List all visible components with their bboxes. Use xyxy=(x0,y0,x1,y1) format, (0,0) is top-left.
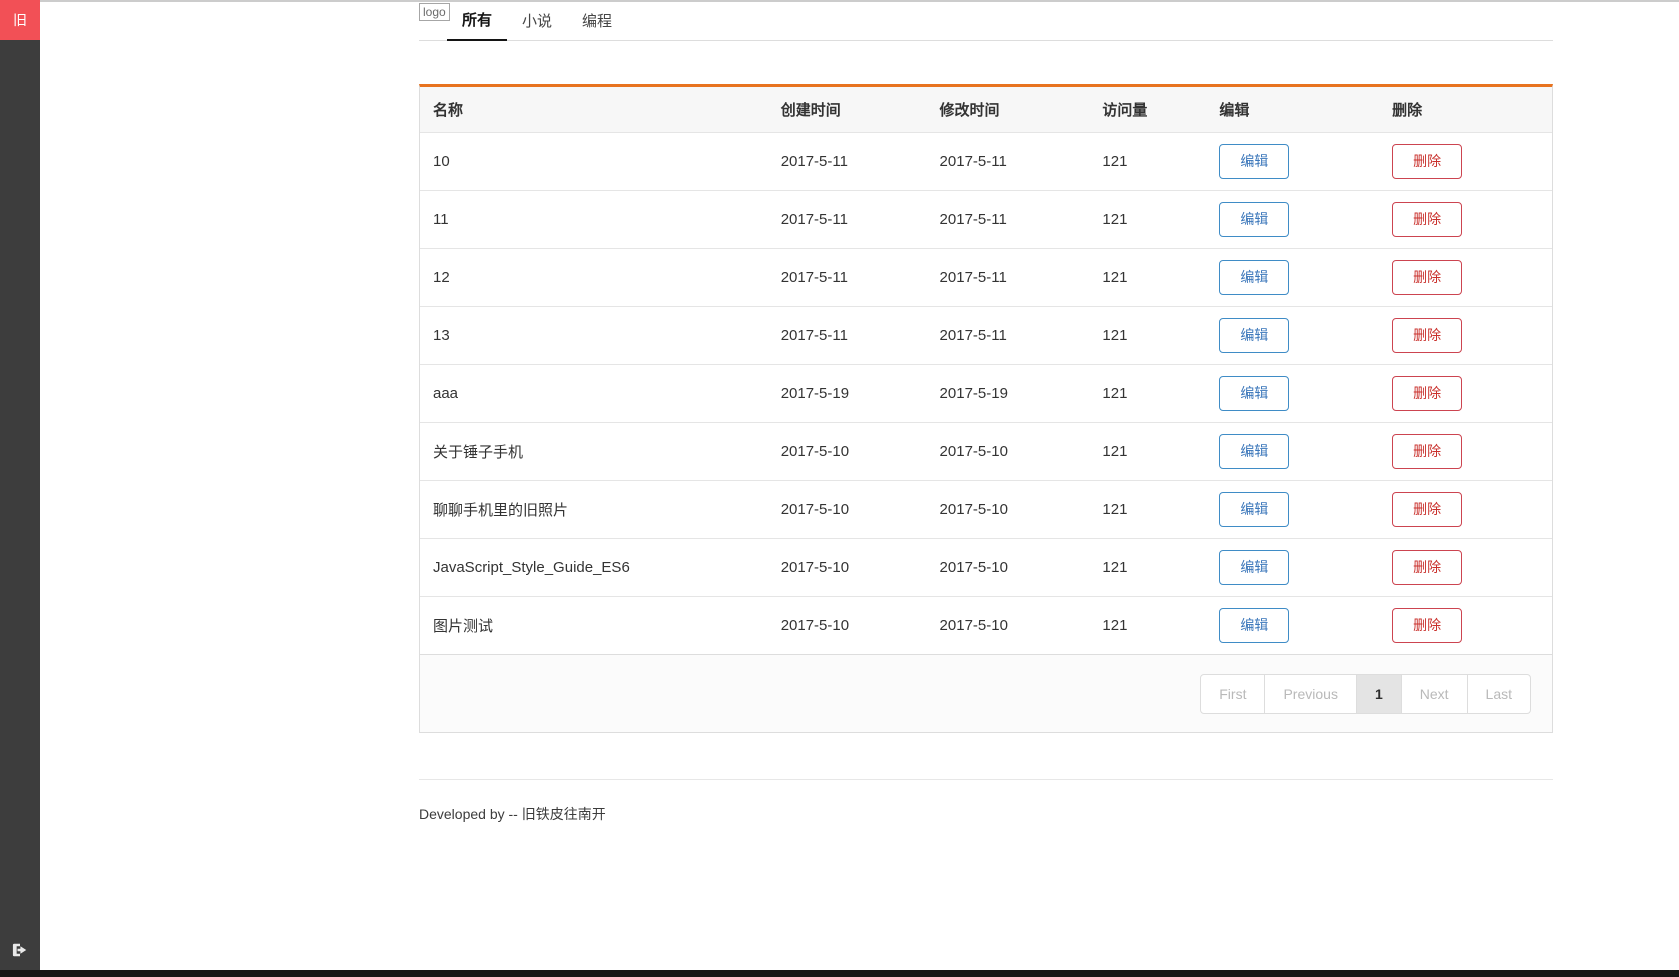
delete-button[interactable]: 删除 xyxy=(1392,144,1463,179)
table-row: 关于锤子手机 2017-5-10 2017-5-10 121 编辑 删除 xyxy=(420,422,1552,480)
window-top-edge xyxy=(40,0,1679,2)
row-created-cell: 2017-5-10 xyxy=(780,501,850,518)
column-header-delete: 删除 xyxy=(1392,102,1423,119)
table-row: 聊聊手机里的旧照片 2017-5-10 2017-5-10 121 编辑 删除 xyxy=(420,480,1552,538)
row-name-cell: 图片测试 xyxy=(433,618,494,635)
edit-button[interactable]: 编辑 xyxy=(1219,492,1290,527)
row-modified-cell: 2017-5-10 xyxy=(939,443,1008,460)
row-views-cell: 121 xyxy=(1102,385,1128,402)
row-views-cell: 121 xyxy=(1102,501,1128,518)
column-header-created: 创建时间 xyxy=(780,102,841,119)
delete-button[interactable]: 删除 xyxy=(1392,492,1463,527)
row-created-cell: 2017-5-19 xyxy=(780,385,850,402)
row-name-cell: 13 xyxy=(433,327,450,344)
brand-badge[interactable]: 旧 xyxy=(0,0,40,40)
table-row: 13 2017-5-11 2017-5-11 121 编辑 删除 xyxy=(420,306,1552,364)
broken-logo-image[interactable]: logo xyxy=(419,3,450,21)
row-modified-cell: 2017-5-10 xyxy=(939,559,1008,576)
delete-button[interactable]: 删除 xyxy=(1392,376,1463,411)
table-row: 12 2017-5-11 2017-5-11 121 编辑 删除 xyxy=(420,248,1552,306)
row-modified-cell: 2017-5-11 xyxy=(939,269,1007,286)
row-name-cell: 11 xyxy=(433,211,449,228)
table-footer-row: First Previous 1 Next Last xyxy=(420,654,1552,732)
delete-button[interactable]: 删除 xyxy=(1392,608,1463,643)
edit-button[interactable]: 编辑 xyxy=(1219,376,1290,411)
row-created-cell: 2017-5-11 xyxy=(780,211,848,228)
tab-novel[interactable]: 小说 xyxy=(507,0,567,41)
column-header-modified: 修改时间 xyxy=(939,102,1000,119)
row-created-cell: 2017-5-11 xyxy=(780,327,848,344)
edit-button[interactable]: 编辑 xyxy=(1219,202,1290,237)
pagination-next[interactable]: Next xyxy=(1400,673,1468,714)
sidebar: 旧 xyxy=(0,0,40,977)
row-modified-cell: 2017-5-19 xyxy=(939,385,1008,402)
delete-button[interactable]: 删除 xyxy=(1392,434,1463,469)
table-header-row: 名称 创建时间 修改时间 访问量 编辑 删除 xyxy=(420,87,1552,132)
navbar: logo 所有 小说 编程 xyxy=(419,0,1553,41)
delete-button[interactable]: 删除 xyxy=(1392,550,1463,585)
row-views-cell: 121 xyxy=(1102,327,1128,344)
column-header-name: 名称 xyxy=(433,102,464,119)
edit-button[interactable]: 编辑 xyxy=(1219,318,1290,353)
row-views-cell: 121 xyxy=(1102,153,1128,170)
delete-button[interactable]: 删除 xyxy=(1392,260,1463,295)
edit-button[interactable]: 编辑 xyxy=(1219,608,1290,643)
nav-tabs: 所有 小说 编程 xyxy=(447,0,627,41)
row-created-cell: 2017-5-11 xyxy=(780,269,848,286)
row-modified-cell: 2017-5-10 xyxy=(939,501,1008,518)
column-header-edit: 编辑 xyxy=(1219,102,1250,119)
row-name-cell: 12 xyxy=(433,269,450,286)
row-modified-cell: 2017-5-10 xyxy=(939,617,1008,634)
row-name-cell: JavaScript_Style_Guide_ES6 xyxy=(433,559,630,576)
sign-out-icon[interactable] xyxy=(9,939,31,961)
tab-programming[interactable]: 编程 xyxy=(567,0,627,41)
row-modified-cell: 2017-5-11 xyxy=(939,327,1007,344)
table-row: aaa 2017-5-19 2017-5-19 121 编辑 删除 xyxy=(420,364,1552,422)
row-views-cell: 121 xyxy=(1102,211,1128,228)
row-modified-cell: 2017-5-11 xyxy=(939,153,1007,170)
table-body: 10 2017-5-11 2017-5-11 121 编辑 删除 11 2017… xyxy=(420,132,1552,654)
row-views-cell: 121 xyxy=(1102,443,1128,460)
pagination: First Previous 1 Next Last xyxy=(1200,673,1531,714)
edit-button[interactable]: 编辑 xyxy=(1219,144,1290,179)
pagination-page-1[interactable]: 1 xyxy=(1355,673,1402,714)
table-row: 10 2017-5-11 2017-5-11 121 编辑 删除 xyxy=(420,132,1552,190)
delete-button[interactable]: 删除 xyxy=(1392,318,1463,353)
bottom-scrollbar-track[interactable] xyxy=(0,970,1679,977)
tab-all[interactable]: 所有 xyxy=(447,0,508,41)
row-name-cell: aaa xyxy=(433,385,459,402)
row-name-cell: 10 xyxy=(433,153,450,170)
table-row: 图片测试 2017-5-10 2017-5-10 121 编辑 删除 xyxy=(420,596,1552,654)
row-created-cell: 2017-5-10 xyxy=(780,443,850,460)
row-created-cell: 2017-5-11 xyxy=(780,153,848,170)
row-views-cell: 121 xyxy=(1102,269,1128,286)
row-modified-cell: 2017-5-11 xyxy=(939,211,1007,228)
row-views-cell: 121 xyxy=(1102,617,1128,634)
table-row: JavaScript_Style_Guide_ES6 2017-5-10 201… xyxy=(420,538,1552,596)
row-created-cell: 2017-5-10 xyxy=(780,559,850,576)
footer-divider xyxy=(419,779,1553,780)
row-name-cell: 聊聊手机里的旧照片 xyxy=(433,502,569,519)
pagination-last[interactable]: Last xyxy=(1466,673,1531,714)
article-table: 名称 创建时间 修改时间 访问量 编辑 删除 10 2017-5-11 2017… xyxy=(419,84,1553,733)
row-name-cell: 关于锤子手机 xyxy=(433,444,524,461)
table-row: 11 2017-5-11 2017-5-11 121 编辑 删除 xyxy=(420,190,1552,248)
column-header-views: 访问量 xyxy=(1102,102,1148,119)
edit-button[interactable]: 编辑 xyxy=(1219,434,1290,469)
row-created-cell: 2017-5-10 xyxy=(780,617,850,634)
pagination-previous[interactable]: Previous xyxy=(1264,673,1357,714)
main-content: logo 所有 小说 编程 名称 创建时间 修改时间 访问量 编辑 删除 10 … xyxy=(419,0,1553,824)
edit-button[interactable]: 编辑 xyxy=(1219,550,1290,585)
pagination-first[interactable]: First xyxy=(1200,673,1266,714)
footer-credit: Developed by -- 旧铁皮往南开 xyxy=(419,806,606,822)
sign-out-icon-glyph xyxy=(12,943,27,957)
edit-button[interactable]: 编辑 xyxy=(1219,260,1290,295)
delete-button[interactable]: 删除 xyxy=(1392,202,1463,237)
row-views-cell: 121 xyxy=(1102,559,1128,576)
